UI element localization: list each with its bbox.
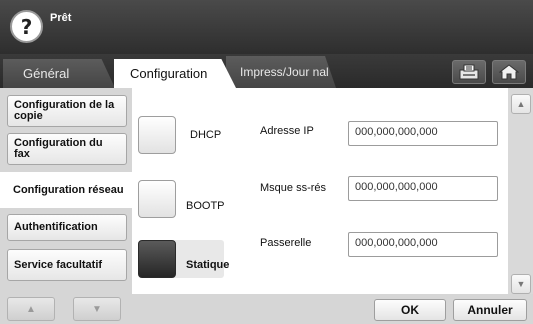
content-scrollbar[interactable]: ▲ ▼ xyxy=(508,88,533,294)
job-status-icon xyxy=(459,64,479,80)
tab-print-log-label: Impress/Jour nal xyxy=(240,65,329,79)
settings-sidebar: Configuration de la copie Configuration … xyxy=(0,88,132,324)
dhcp-option[interactable]: DHCP xyxy=(138,116,256,154)
static-radio-button[interactable] xyxy=(138,240,176,278)
sidebar-item-authentication[interactable]: Authentification xyxy=(7,214,127,241)
home-button[interactable] xyxy=(492,60,526,84)
static-label: Statique xyxy=(186,259,230,271)
ip-address-label: Adresse IP xyxy=(260,125,314,137)
subnet-mask-input[interactable]: 000,000,000,000 xyxy=(348,176,498,201)
printer-panel-screen: ? Prêt Général Impress/Jour nal Configur… xyxy=(0,0,533,324)
tab-bar: Général Impress/Jour nal Configuration xyxy=(0,54,533,88)
job-status-button[interactable] xyxy=(452,60,486,84)
bootp-label: BOOTP xyxy=(186,200,225,212)
tab-print-log[interactable]: Impress/Jour nal xyxy=(226,56,336,88)
sidebar-item-optional-service[interactable]: Service facultatif xyxy=(7,249,127,281)
status-text: Prêt xyxy=(50,12,72,24)
gateway-input[interactable]: 000,000,000,000 xyxy=(348,232,498,257)
bootp-option[interactable]: BOOTP xyxy=(138,180,256,218)
tab-general[interactable]: Général xyxy=(3,59,115,88)
dhcp-radio-button[interactable] xyxy=(138,116,176,154)
network-settings-panel: DHCP BOOTP Statique Adresse IP 000,000,0… xyxy=(132,88,508,294)
ip-address-input[interactable]: 000,000,000,000 xyxy=(348,121,498,146)
dhcp-label: DHCP xyxy=(190,129,222,141)
gateway-label: Passerelle xyxy=(260,237,312,249)
scroll-down-button[interactable]: ▼ xyxy=(511,274,531,294)
bottom-action-bar: OK Annuler xyxy=(132,294,533,324)
cancel-button[interactable]: Annuler xyxy=(453,299,527,321)
subnet-mask-label: Msque ss-rés xyxy=(260,182,327,194)
sidebar-scroll-up-button[interactable]: ▲ xyxy=(7,297,55,321)
home-icon xyxy=(499,64,519,80)
scroll-up-button[interactable]: ▲ xyxy=(511,94,531,114)
sidebar-item-network-config[interactable]: Configuration réseau xyxy=(0,172,132,208)
static-option[interactable]: Statique xyxy=(138,240,229,278)
help-icon[interactable]: ? xyxy=(10,10,43,43)
sidebar-scroll-down-button[interactable]: ▼ xyxy=(73,297,121,321)
sidebar-item-copy-config[interactable]: Configuration de la copie xyxy=(7,95,127,127)
status-bar: ? Prêt xyxy=(0,0,533,54)
sidebar-item-fax-config[interactable]: Configuration du fax xyxy=(7,133,127,165)
tab-configuration[interactable]: Configuration xyxy=(114,59,236,88)
ok-button[interactable]: OK xyxy=(374,299,446,321)
bootp-radio-button[interactable] xyxy=(138,180,176,218)
